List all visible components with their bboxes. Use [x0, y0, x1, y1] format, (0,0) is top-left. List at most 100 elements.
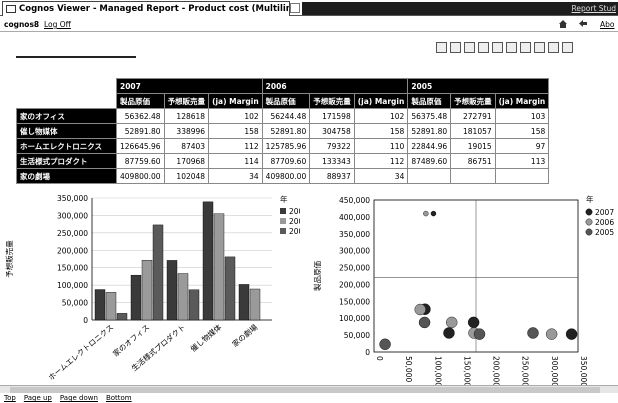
bottom-link[interactable]: Bottom — [106, 394, 132, 402]
back-arrow-icon[interactable] — [578, 19, 588, 28]
window-tab[interactable]: Cognos Viewer - Managed Report - Product… — [2, 1, 290, 16]
cell: 409800.00 — [116, 168, 165, 184]
drill-down-icon[interactable] — [492, 42, 503, 53]
cell: 158 — [208, 123, 263, 139]
scatter-point — [379, 338, 391, 350]
x-tick-label: 50,000 — [404, 356, 413, 382]
legend-swatch — [585, 228, 593, 236]
cell: 171598 — [309, 108, 355, 124]
cell: 56362.48 — [116, 108, 165, 124]
year-header: 2007 — [116, 78, 263, 94]
legend-title: 年 — [280, 194, 288, 204]
scatter-point — [565, 328, 578, 340]
legend-label: 2006 — [289, 217, 300, 226]
tab-close-button[interactable] — [290, 3, 300, 13]
measure-header: 製品原価 — [116, 93, 165, 109]
cell: 103 — [494, 108, 550, 124]
go-to-icon[interactable] — [520, 42, 531, 53]
measure-header: 予想販売量 — [163, 93, 210, 109]
page-down-link[interactable]: Page down — [60, 394, 98, 402]
cell: 87489.60 — [407, 153, 452, 169]
page-navigation: Top Page up Page down Bottom — [4, 394, 132, 402]
y-tick-label: 200,000 — [339, 280, 370, 289]
legend-swatch — [280, 218, 286, 224]
about-link[interactable]: Abo — [600, 20, 614, 29]
bar-chart: 0 50,000 100,000 150,000 200,000 250,000 300,0… — [4, 194, 300, 382]
cell: 181057 — [450, 123, 496, 139]
keep-version-icon[interactable] — [436, 42, 447, 53]
y-tick-label: 100,000 — [57, 281, 88, 290]
cell: 88937 — [309, 168, 355, 184]
bar — [249, 288, 261, 321]
legend-label: 2006 — [595, 218, 614, 227]
row-header[interactable]: 生活様式プロダクト — [16, 153, 117, 169]
row-header[interactable]: 催し物媒体 — [16, 123, 117, 139]
x-tick-label: 150,000 — [462, 356, 471, 387]
cell: 87403 — [163, 138, 210, 154]
legend-swatch — [585, 218, 593, 226]
cell: 126645.96 — [116, 138, 165, 154]
cell: 304758 — [309, 123, 355, 139]
y-tick-label: 200,000 — [57, 246, 88, 255]
report-studio-link[interactable]: Report Stud — [572, 4, 616, 13]
table-row: 催し物媒体 52891.80 338996 158 52891.80 30475… — [16, 123, 550, 139]
save-as-icon[interactable] — [450, 42, 461, 53]
scatter-chart: 0 50,000 100,000 150,000 200,000 250,000 300,0… — [312, 194, 614, 387]
scatter-point — [430, 210, 437, 217]
table-row: 家のオフィス 56362.48 128618 102 56244.48 1715… — [16, 108, 550, 124]
scatter-point — [545, 328, 558, 340]
y-tick-label: 350,000 — [57, 194, 88, 203]
measure-header: 製品原価 — [261, 93, 311, 109]
cell: 52891.80 — [407, 123, 452, 139]
cell: 112 — [353, 153, 409, 169]
cell: 87709.60 — [261, 153, 311, 169]
window-icon — [6, 5, 16, 13]
home-icon[interactable] — [558, 19, 568, 28]
row-header[interactable]: ホームエレクトロニクス — [16, 138, 117, 154]
cell: 56244.48 — [261, 108, 311, 124]
y-axis-label: 予想販売量 — [4, 240, 14, 278]
horizontal-scrollbar[interactable] — [0, 385, 618, 393]
scrollbar-thumb[interactable] — [10, 387, 600, 393]
x-tick-label: 350,000 — [579, 356, 588, 387]
year-header: 2005 — [407, 78, 550, 94]
bar — [105, 292, 117, 321]
title-bar: Cognos Viewer - Managed Report - Product… — [0, 0, 618, 16]
bar — [224, 256, 236, 321]
table-row: 生活様式プロダクト 87759.60 170968 114 87709.60 1… — [16, 153, 550, 169]
view-format-icon[interactable] — [548, 42, 559, 53]
scatter-point — [527, 327, 539, 339]
x-tick-label: 家の劇場 — [230, 322, 260, 349]
y-tick-label: 50,000 — [344, 331, 370, 340]
measure-header: 予想販売量 — [309, 93, 355, 109]
legend-swatch — [585, 208, 593, 216]
divider — [0, 31, 618, 32]
cell: 34 — [208, 168, 263, 184]
cell — [494, 168, 550, 184]
page-up-link[interactable]: Page up — [24, 394, 52, 402]
cell: 22844.96 — [407, 138, 452, 154]
cell: 114 — [208, 153, 263, 169]
drill-up-icon[interactable] — [506, 42, 517, 53]
report-separator — [16, 56, 136, 58]
cell: 102048 — [163, 168, 210, 184]
crosstab-corner — [16, 78, 117, 94]
top-link[interactable]: Top — [4, 394, 16, 402]
row-header[interactable]: 家のオフィス — [16, 108, 117, 124]
add-bookmark-icon[interactable] — [534, 42, 545, 53]
cell: 409800.00 — [261, 168, 311, 184]
logoff-link[interactable]: Log Off — [44, 20, 71, 29]
cell: 128618 — [163, 108, 210, 124]
title-strip: Report Stud — [302, 2, 618, 15]
y-tick-label: 150,000 — [57, 264, 88, 273]
y-axis-label: 製品原価 — [312, 261, 322, 291]
settings-icon[interactable] — [562, 42, 573, 53]
bar — [238, 284, 250, 321]
email-icon[interactable] — [464, 42, 475, 53]
row-header[interactable]: 家の劇場 — [16, 168, 117, 184]
run-icon[interactable] — [478, 42, 489, 53]
bar — [94, 289, 106, 321]
cell: 102 — [208, 108, 263, 124]
measure-header: (ja) Margin — [208, 93, 263, 109]
cell: 112 — [208, 138, 263, 154]
